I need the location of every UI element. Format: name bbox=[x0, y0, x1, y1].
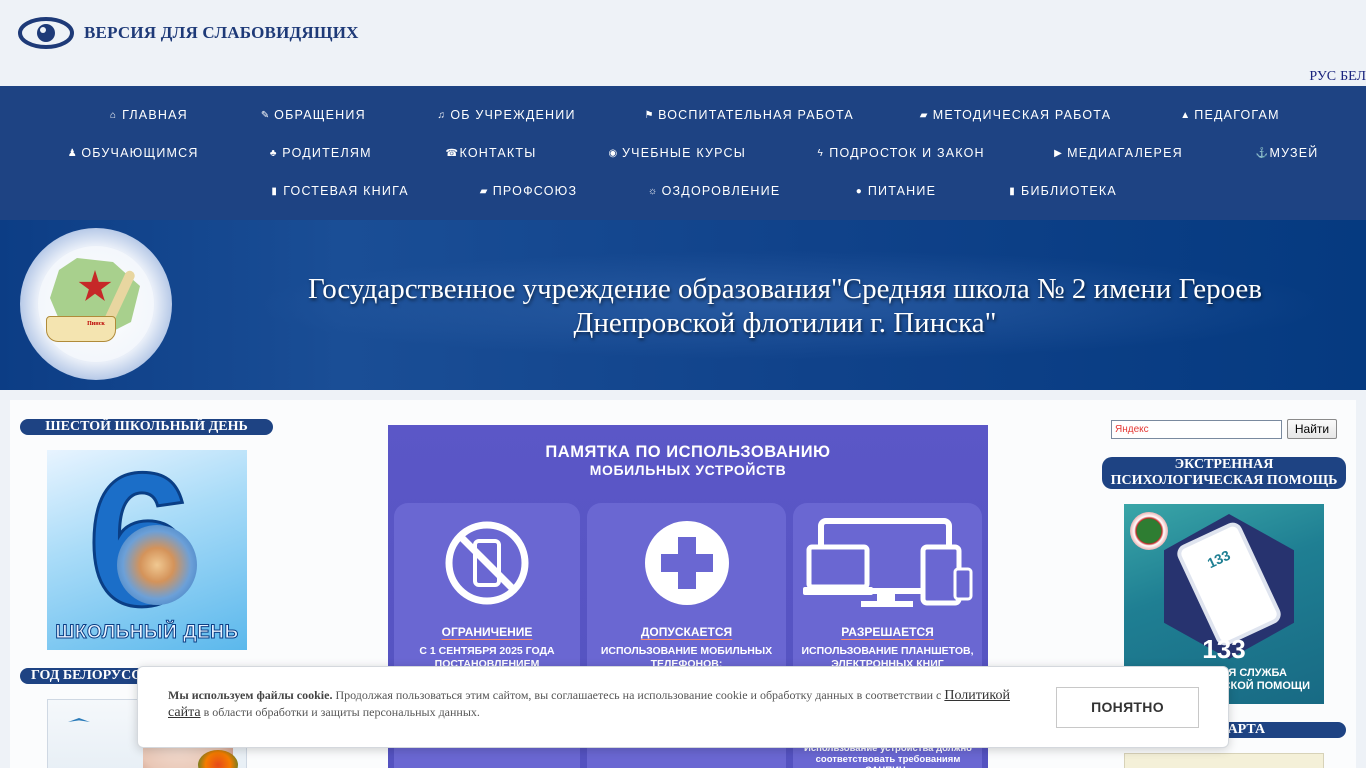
search-input[interactable]: Яндекс bbox=[1111, 420, 1282, 439]
nav-item-0-4[interactable]: ▰ МЕТОДИЧЕСКАЯ РАБОТА bbox=[919, 108, 1112, 122]
plus-circle-icon bbox=[644, 521, 729, 605]
sixth-school-day-heading[interactable]: ШЕСТОЙ ШКОЛЬНЫЙ ДЕНЬ bbox=[20, 419, 273, 435]
header-banner: Пинск Государственное учреждение образов… bbox=[0, 220, 1366, 390]
no-phone-icon bbox=[445, 521, 529, 605]
nav-item-label: ГОСТЕВАЯ КНИГА bbox=[283, 184, 409, 198]
book-icon bbox=[46, 316, 116, 342]
users-icon: ♣ bbox=[269, 147, 278, 159]
psychological-help-heading[interactable]: ЭКСТРЕННАЯ ПСИХОЛОГИЧЕСКАЯ ПОМОЩЬ bbox=[1102, 457, 1346, 489]
pencil-icon: ✎ bbox=[260, 109, 271, 121]
nav-item-2-2[interactable]: ☼ ОЗДОРОВЛЕНИЕ bbox=[648, 184, 781, 198]
nav-item-label: ОБ УЧРЕЖДЕНИИ bbox=[450, 108, 576, 122]
poster-title: ПАМЯТКА ПО ИСПОЛЬЗОВАНИЮ bbox=[545, 443, 831, 461]
top-bar: ВЕРСИЯ ДЛЯ СЛАБОВИДЯЩИХ РУС БЕЛ bbox=[0, 0, 1366, 86]
nav-item-label: МЕТОДИЧЕСКАЯ РАБОТА bbox=[932, 108, 1112, 122]
play-circle-icon: ▶ bbox=[1054, 147, 1064, 159]
accessibility-version-label: ВЕРСИЯ ДЛЯ СЛАБОВИДЯЩИХ bbox=[84, 23, 359, 42]
help-number: 133 bbox=[1202, 634, 1246, 664]
nav-item-label: ПРОФСОЮЗ bbox=[492, 184, 578, 198]
nav-item-label: ГЛАВНАЯ bbox=[122, 108, 188, 122]
nav-item-label: ПИТАНИЕ bbox=[867, 184, 937, 198]
phone-icon: ☎ bbox=[445, 147, 460, 159]
bolt-icon: ϟ bbox=[817, 147, 825, 159]
bell-icon: ♫ bbox=[437, 109, 447, 121]
site-title: Государственное учреждение образования"С… bbox=[307, 273, 1262, 339]
nav-item-1-0[interactable]: ♟ ОБУЧАЮЩИМСЯ bbox=[67, 146, 198, 160]
lang-be-link[interactable]: БЕЛ bbox=[1340, 69, 1366, 84]
nav-item-label: УЧЕБНЫЕ КУРСЫ bbox=[622, 146, 746, 160]
nav-item-1-5[interactable]: ▶ МЕДИАГАЛЕРЕЯ bbox=[1053, 146, 1183, 160]
nav-item-2-0[interactable]: ▮ ГОСТЕВАЯ КНИГА bbox=[269, 184, 409, 198]
graduation-cap-icon: ▲ bbox=[1180, 109, 1192, 121]
flag-icon: ⚑ bbox=[644, 109, 655, 121]
nav-item-label: ОБРАЩЕНИЯ bbox=[274, 108, 366, 122]
bird-icon bbox=[68, 718, 90, 722]
nav-item-1-4[interactable]: ϟ ПОДРОСТОК И ЗАКОН bbox=[815, 146, 984, 160]
main-navigation: ⌂ ГЛАВНАЯ ✎ ОБРАЩЕНИЯ ♫ ОБ УЧРЕЖДЕНИИ ⚑ ВОСПИТА… bbox=[0, 86, 1366, 220]
cookie-text-bold: Мы используем файлы cookie. bbox=[168, 688, 333, 702]
nav-item-1-6[interactable]: ⚓ МУЗЕЙ bbox=[1256, 146, 1319, 160]
language-switcher: РУС БЕЛ bbox=[1305, 69, 1366, 85]
nav-item-label: ОБУЧАЮЩИМСЯ bbox=[81, 146, 199, 160]
nav-item-label: БИБЛИОТЕКА bbox=[1021, 184, 1117, 198]
folder-icon: ▰ bbox=[479, 185, 489, 197]
nav-item-1-1[interactable]: ♣ РОДИТЕЛЯМ bbox=[268, 146, 371, 160]
book-icon: ▮ bbox=[271, 185, 279, 197]
devices-icon bbox=[802, 518, 972, 607]
nav-item-label: ОЗДОРОВЛЕНИЕ bbox=[661, 184, 781, 198]
card-heading: ДОПУСКАЕТСЯ bbox=[640, 625, 733, 639]
nav-item-label: РОДИТЕЛЯМ bbox=[282, 146, 372, 160]
nav-item-2-1[interactable]: ▰ ПРОФСОЮЗ bbox=[479, 184, 578, 198]
cookie-accept-button[interactable]: ПОНЯТНО bbox=[1056, 687, 1199, 728]
map-banner[interactable] bbox=[1124, 753, 1324, 768]
nav-item-0-5[interactable]: ▲ ПЕДАГОГАМ bbox=[1180, 108, 1279, 122]
ministry-logo-icon bbox=[1130, 512, 1168, 550]
sun-icon: ☼ bbox=[647, 185, 659, 197]
nav-item-0-3[interactable]: ⚑ ВОСПИТАТЕЛЬНАЯ РАБОТА bbox=[644, 108, 854, 122]
accessibility-version-link[interactable]: ВЕРСИЯ ДЛЯ СЛАБОВИДЯЩИХ bbox=[18, 16, 359, 50]
nav-item-label: ПОДРОСТОК И ЗАКОН bbox=[829, 146, 985, 160]
card-heading: РАЗРЕШАЕТСЯ bbox=[841, 625, 934, 639]
home-icon: ⌂ bbox=[110, 109, 118, 121]
nav-item-2-3[interactable]: ● ПИТАНИЕ bbox=[854, 184, 936, 198]
nav-item-0-2[interactable]: ♫ ОБ УЧРЕЖДЕНИИ bbox=[436, 108, 575, 122]
book-icon: ▮ bbox=[1009, 185, 1016, 197]
search-placeholder: Яндекс bbox=[1115, 424, 1149, 435]
nav-item-label: ВОСПИТАТЕЛЬНАЯ РАБОТА bbox=[658, 108, 854, 122]
school-day-caption: ШКОЛЬНЫЙ ДЕНЬ bbox=[55, 622, 239, 644]
emblem-city-label: Пинск bbox=[87, 321, 105, 327]
cookie-text: Мы используем файлы cookie. Продолжая по… bbox=[168, 687, 1018, 721]
eye-icon bbox=[18, 17, 74, 49]
tint-icon: ● bbox=[855, 185, 863, 197]
folder-open-icon: ▰ bbox=[919, 109, 929, 121]
card-heading: ОГРАНИЧЕНИЕ bbox=[441, 625, 533, 639]
child-icon: ♟ bbox=[67, 147, 78, 159]
nav-item-label: МУЗЕЙ bbox=[1269, 146, 1319, 160]
nav-item-0-0[interactable]: ⌂ ГЛАВНАЯ bbox=[108, 108, 188, 122]
school-emblem[interactable]: Пинск bbox=[20, 228, 172, 380]
nav-item-label: ПЕДАГОГАМ bbox=[1194, 108, 1280, 122]
nav-item-1-3[interactable]: ◉ УЧЕБНЫЕ КУРСЫ bbox=[608, 146, 746, 160]
nav-item-label: КОНТАКТЫ bbox=[459, 146, 537, 160]
nav-item-label: МЕДИАГАЛЕРЕЯ bbox=[1067, 146, 1183, 160]
poster-subtitle: МОБИЛЬНЫХ УСТРОЙСТВ bbox=[589, 462, 787, 478]
globe-icon: ◉ bbox=[608, 147, 619, 159]
nav-item-0-1[interactable]: ✎ ОБРАЩЕНИЯ bbox=[260, 108, 366, 122]
anchor-icon: ⚓ bbox=[1255, 147, 1270, 159]
lang-ru-link[interactable]: РУС bbox=[1309, 69, 1336, 84]
cookie-text-tail: в области обработки и защиты персональны… bbox=[200, 705, 480, 719]
cookie-consent-banner: Мы используем файлы cookie. Продолжая по… bbox=[137, 666, 1229, 748]
nav-item-2-4[interactable]: ▮ БИБЛИОТЕКА bbox=[1007, 184, 1117, 198]
nav-item-1-2[interactable]: ☎ КОНТАКТЫ bbox=[445, 146, 536, 160]
search-button[interactable]: Найти bbox=[1287, 419, 1337, 439]
sixth-school-day-banner[interactable]: 6 ШКОЛЬНЫЙ ДЕНЬ bbox=[47, 450, 247, 650]
photo-collage bbox=[117, 525, 197, 605]
cookie-text-main: Продолжая пользоваться этим сайтом, вы с… bbox=[332, 688, 945, 702]
